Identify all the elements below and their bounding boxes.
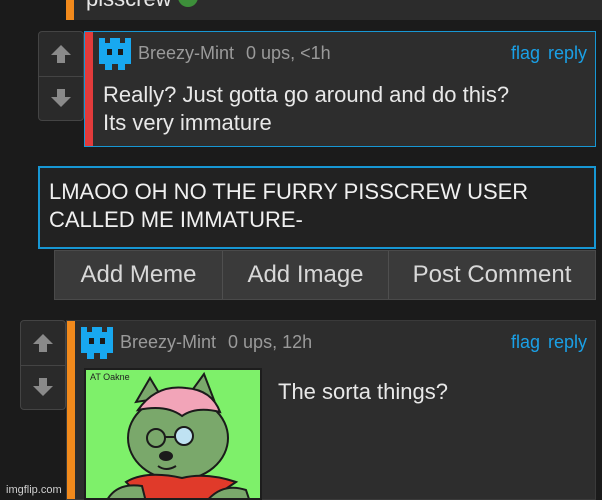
comment-actions: flag reply — [503, 43, 587, 64]
comment-info: 0 ups, 12h — [228, 332, 313, 352]
previous-comment: pisscrew — [66, 0, 602, 20]
comment-meta: Breezy-Mint 0 ups, <1h — [138, 43, 331, 64]
comment: Breezy-Mint 0 ups, <1h flag reply Really? … — [84, 31, 596, 147]
downvote-button[interactable] — [21, 365, 65, 409]
arrow-up-icon — [51, 45, 71, 63]
arrow-down-icon — [51, 89, 71, 107]
flag-link[interactable]: flag — [511, 43, 540, 63]
watermark: imgflip.com — [6, 484, 62, 496]
comment-input[interactable]: LMAOO OH NO THE FURRY PISSCREW USER CALL… — [38, 166, 596, 249]
upvote-button[interactable] — [39, 32, 83, 77]
comment-side-bar — [85, 32, 93, 146]
comment-actions: flag reply — [503, 332, 587, 353]
vote-box — [20, 320, 66, 410]
reply-button-row: Add Meme Add Image Post Comment — [54, 250, 596, 300]
downvote-button[interactable] — [39, 76, 83, 120]
comment-side-bar — [67, 321, 75, 499]
comment-image[interactable]: AT Oakne — [84, 368, 262, 500]
comment-side-bar — [66, 0, 74, 20]
reply-link[interactable]: reply — [548, 332, 587, 352]
furry-character-drawing — [107, 371, 250, 498]
arrow-up-icon — [33, 334, 53, 352]
previous-comment-text: pisscrew — [86, 0, 172, 11]
user-avatar-icon[interactable] — [81, 327, 113, 359]
drawing-signature: AT Oakne — [90, 372, 130, 382]
comment-username[interactable]: Breezy-Mint — [138, 43, 234, 63]
arrow-down-icon — [33, 378, 53, 396]
vote-box — [38, 31, 84, 121]
comment-meta: Breezy-Mint 0 ups, 12h — [120, 332, 312, 353]
upvote-button[interactable] — [21, 321, 65, 366]
comment-username[interactable]: Breezy-Mint — [120, 332, 216, 352]
post-comment-button[interactable]: Post Comment — [389, 251, 595, 299]
emoji-icon — [177, 0, 198, 8]
user-avatar-icon[interactable] — [99, 38, 131, 70]
flag-link[interactable]: flag — [511, 332, 540, 352]
comment-info: 0 ups, <1h — [246, 43, 331, 63]
add-meme-button[interactable]: Add Meme — [55, 251, 223, 299]
comment-text: Really? Just gotta go around and do this… — [103, 82, 510, 135]
reply-link[interactable]: reply — [548, 43, 587, 63]
add-image-button[interactable]: Add Image — [223, 251, 389, 299]
comment-text: The sorta things? — [278, 379, 448, 404]
